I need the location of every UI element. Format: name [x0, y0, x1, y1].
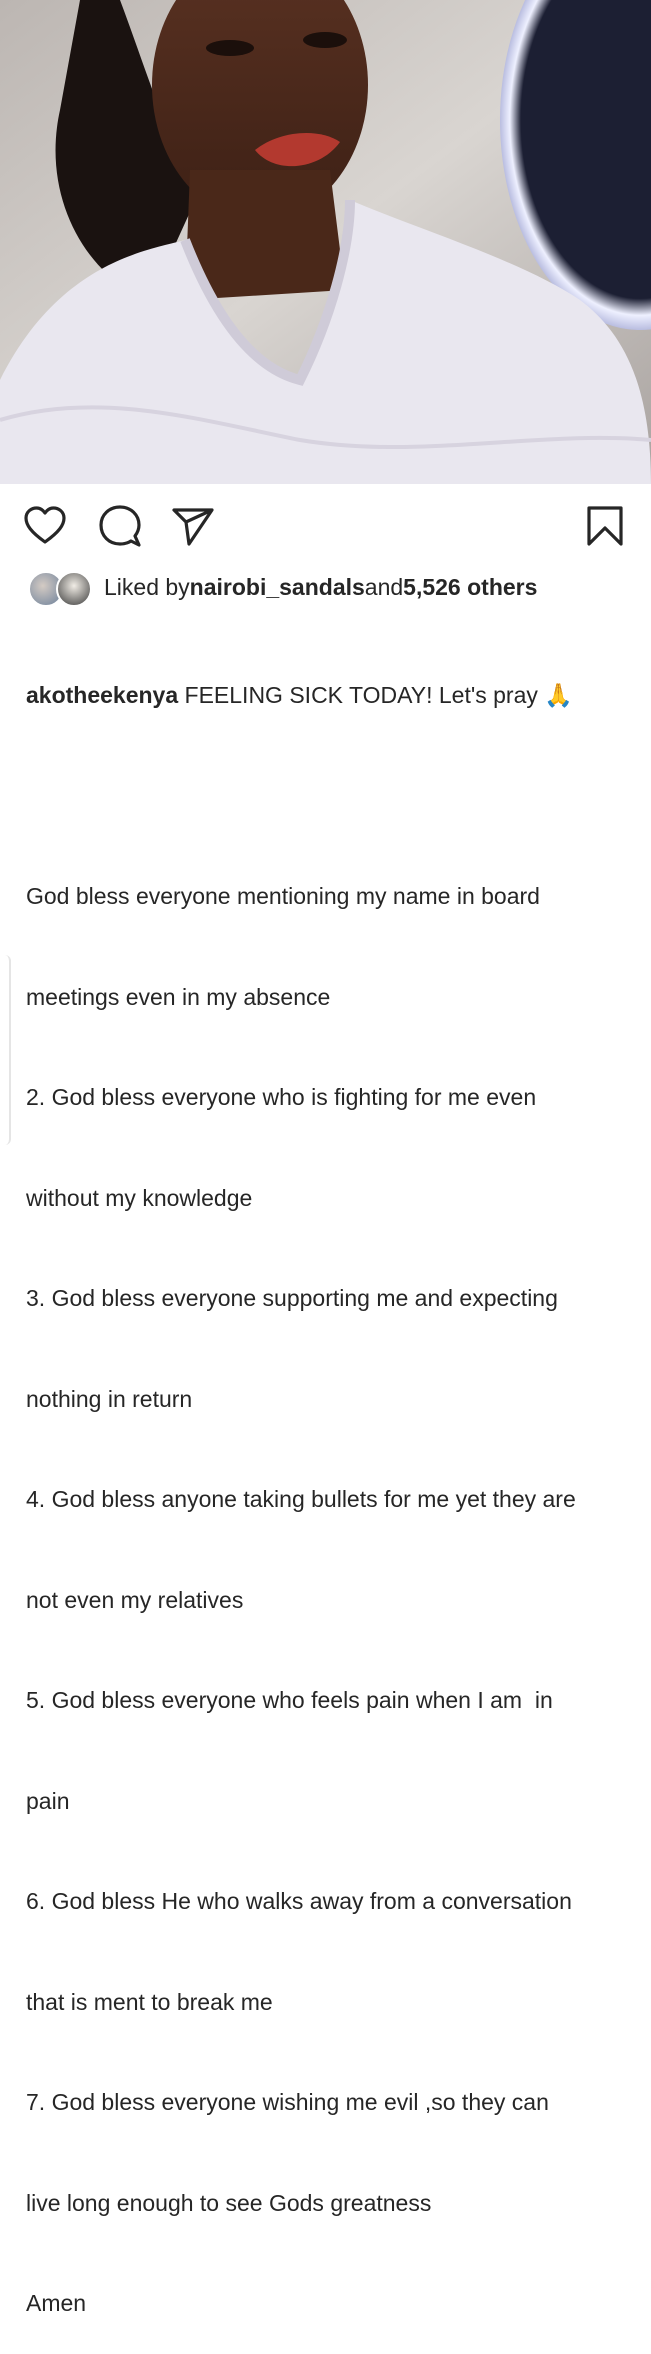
- liker-avatars[interactable]: [28, 569, 94, 607]
- caption-line: meetings even in my absence: [26, 983, 331, 1010]
- scroll-edge-indicator: [0, 955, 11, 1145]
- caption-line: 5. God bless everyone who feels pain whe…: [26, 1687, 553, 1713]
- post-photo[interactable]: [0, 0, 651, 484]
- liker-username[interactable]: nairobi_sandals: [190, 574, 365, 601]
- heart-icon[interactable]: [23, 504, 67, 548]
- caption-line: 6. God bless He who walks away from a co…: [26, 1888, 572, 1914]
- bookmark-icon[interactable]: [583, 504, 627, 548]
- post-caption: akotheekenya FEELING SICK TODAY! Let's p…: [26, 612, 626, 2354]
- caption-line: live long enough to see Gods greatness: [26, 2189, 432, 2216]
- caption-line: God bless everyone mentioning my name in…: [26, 883, 540, 909]
- likes-middle: and: [364, 573, 404, 600]
- caption-username[interactable]: akotheekenya: [26, 682, 178, 708]
- avatar[interactable]: [56, 571, 92, 607]
- caption-line: pain: [26, 1787, 70, 1814]
- caption-line: not even my relatives: [26, 1586, 244, 1613]
- caption-title: FEELING SICK TODAY! Let's pray 🙏: [178, 682, 573, 708]
- likes-summary[interactable]: Liked by nairobi_sandals and 5,526 other…: [28, 568, 537, 607]
- comment-icon[interactable]: [98, 504, 142, 548]
- likes-count[interactable]: 5,526 others: [403, 574, 537, 601]
- caption-line: nothing in return: [26, 1385, 193, 1412]
- caption-line: [26, 780, 626, 814]
- caption-line: that is ment to break me: [26, 1988, 273, 2015]
- likes-prefix: Liked by: [104, 573, 190, 600]
- send-icon[interactable]: [171, 504, 215, 548]
- caption-line: 7. God bless everyone wishing me evil ,s…: [26, 2089, 549, 2115]
- caption-first-line: akotheekenya FEELING SICK TODAY! Let's p…: [26, 679, 626, 713]
- caption-line: 3. God bless everyone supporting me and …: [26, 1285, 558, 1311]
- caption-line: Amen: [26, 2290, 87, 2316]
- caption-line: 4. God bless anyone taking bullets for m…: [26, 1486, 576, 1512]
- caption-line: 2. God bless everyone who is fighting fo…: [26, 1084, 537, 1110]
- caption-line: without my knowledge: [26, 1184, 253, 1211]
- post-actions-bar: [0, 484, 651, 564]
